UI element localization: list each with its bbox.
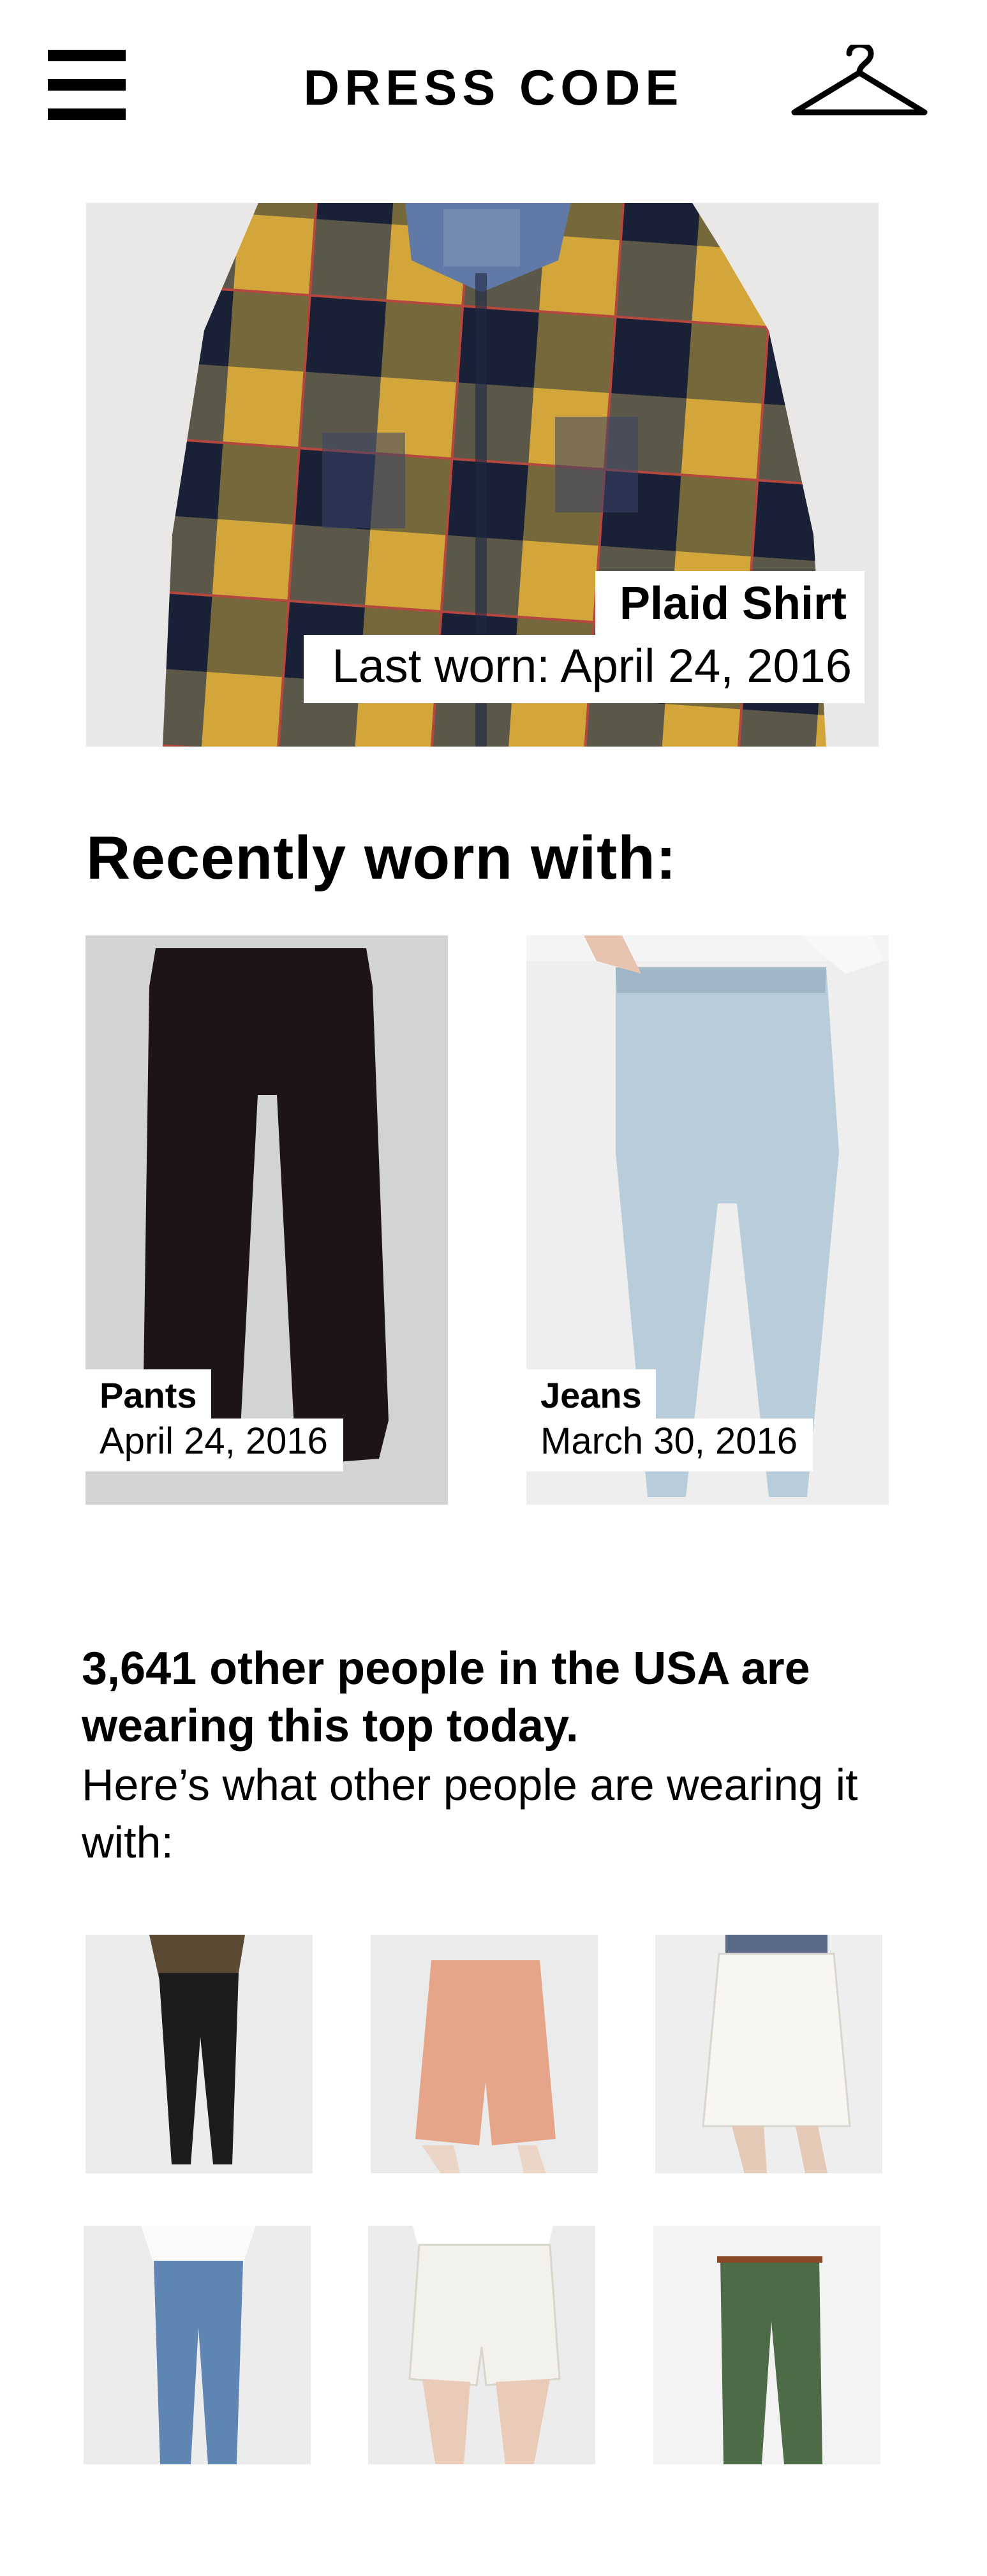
recent-item-caption: Pants April 24, 2016 [85,1369,343,1471]
recent-item-date: April 24, 2016 [85,1418,343,1471]
recent-item-name: Jeans [526,1369,656,1418]
outfit-thumb-blue-jeans[interactable] [84,2226,311,2464]
community-subline: Here’s what other people are wearing it … [82,1760,858,1867]
recently-worn-title: Recently worn with: [86,824,677,892]
white-shorts-image [368,2226,595,2464]
white-skirt-image [655,1935,882,2173]
outfit-thumb-peach-shorts[interactable] [371,1935,598,2173]
outfit-thumb-black-skinny-jeans[interactable] [85,1935,313,2173]
featured-item-name: Plaid Shirt [595,571,865,635]
recent-item-name: Pants [85,1369,211,1418]
outfit-thumb-white-skirt[interactable] [655,1935,882,2173]
recent-item-card-jeans[interactable]: Jeans March 30, 2016 [526,935,889,1505]
peach-shorts-image [371,1935,598,2173]
community-headline: 3,641 other people in the USA are wearin… [82,1643,810,1752]
recent-item-card-pants[interactable]: Pants April 24, 2016 [85,935,448,1505]
outfit-thumb-green-trousers[interactable] [653,2226,880,2464]
featured-item-card[interactable]: Plaid Shirt Last worn: April 24, 2016 [86,203,879,747]
featured-last-worn: Last worn: April 24, 2016 [304,635,865,703]
hanger-icon[interactable] [789,41,930,121]
featured-caption: Plaid Shirt Last worn: April 24, 2016 [304,571,865,703]
recent-item-date: March 30, 2016 [526,1418,813,1471]
blue-jeans-image [84,2226,311,2464]
black-skinny-jeans-image [85,1935,313,2173]
recent-item-caption: Jeans March 30, 2016 [526,1369,813,1471]
outfit-thumb-white-shorts[interactable] [368,2226,595,2464]
green-trousers-image [653,2226,880,2464]
